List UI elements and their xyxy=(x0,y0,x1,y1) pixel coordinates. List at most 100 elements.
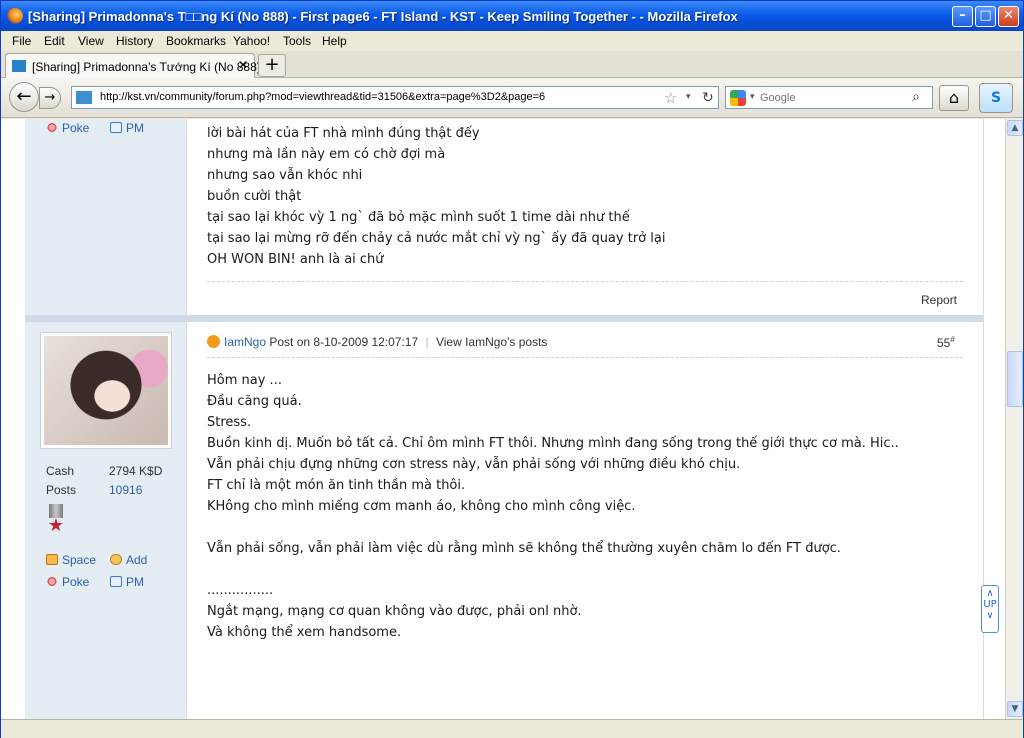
menu-edit[interactable]: Edit xyxy=(44,34,65,48)
scroll-up-down-widget[interactable]: ∧ UP ∨ xyxy=(981,585,999,633)
post1-line: buồn cười thật xyxy=(207,189,302,204)
tab-sharing-primadonna[interactable]: [Sharing] Primadonna's Tướng Kí (No 888)… xyxy=(5,53,281,78)
post1-author-panel xyxy=(25,119,187,315)
post2-line: Và không thể xem handsome. xyxy=(207,625,402,640)
status-bar xyxy=(1,719,1023,738)
post-separator xyxy=(25,315,983,322)
menu-history[interactable]: History xyxy=(116,34,153,48)
poke-icon xyxy=(46,122,58,133)
reload-icon[interactable]: ↻ xyxy=(702,89,714,106)
google-icon[interactable] xyxy=(730,90,746,106)
posts-label: Posts xyxy=(46,483,77,497)
title-bar: [Sharing] Primadonna's T□□ng Kí (No 888)… xyxy=(1,1,1023,31)
post2-line: ................ xyxy=(207,583,274,598)
vertical-scrollbar[interactable]: ▲ ▼ xyxy=(1005,119,1023,719)
post-number-value: 55 xyxy=(937,336,951,350)
cash-label: Cash xyxy=(46,464,75,478)
meta-separator: | xyxy=(425,335,429,349)
site-favicon-icon xyxy=(76,91,92,104)
kst-favicon-icon xyxy=(12,60,26,72)
report-link[interactable]: Report xyxy=(921,293,957,307)
post2-line: Vẫn phải chịu đựng những cơn stress này,… xyxy=(207,457,741,472)
pm-link[interactable]: PM xyxy=(110,121,144,135)
pm-label: PM xyxy=(126,121,144,135)
browser-window: [Sharing] Primadonna's T□□ng Kí (No 888)… xyxy=(0,0,1024,738)
post-number-sup: # xyxy=(950,335,955,344)
post2-line: Ngắt mạng, mạng cơ quan không vào được, … xyxy=(207,604,582,619)
pm-envelope-icon xyxy=(110,122,122,133)
post1-divider xyxy=(207,281,963,282)
maximize-button[interactable]: □ xyxy=(975,6,996,27)
pm-envelope-icon xyxy=(110,576,122,587)
poke-icon xyxy=(46,576,58,587)
post1-line: tại sao lại mừng rỡ đến chảy cả nước mắt… xyxy=(207,231,666,246)
add-friend-icon xyxy=(110,554,122,565)
menu-bookmarks[interactable]: Bookmarks xyxy=(166,34,226,48)
author-link[interactable]: IamNgo xyxy=(224,335,266,349)
poke-label: Poke xyxy=(62,121,90,135)
medal-icon: ★ xyxy=(46,504,66,538)
window-title: [Sharing] Primadonna's T□□ng Kí (No 888)… xyxy=(28,9,738,24)
minimize-button[interactable]: – xyxy=(952,6,973,27)
menu-bar: File Edit View History Bookmarks Yahoo! … xyxy=(1,31,1023,51)
post-date: Post on 8-10-2009 12:07:17 xyxy=(269,335,419,349)
post1-line: lời bài hát của FT nhà mình đúng thật đế… xyxy=(207,126,480,141)
post2-line: Vẫn phải sống, vẫn phải làm việc dù rằng… xyxy=(207,541,841,556)
space-link[interactable]: Space xyxy=(46,553,96,567)
url-text[interactable]: http://kst.vn/community/forum.php?mod=vi… xyxy=(100,91,545,103)
post2-line: Buồn kinh dị. Muốn bỏ tất cả. Chỉ ôm mìn… xyxy=(207,436,899,451)
add-friend-link[interactable]: Add xyxy=(110,553,147,567)
poke-label: Poke xyxy=(62,575,90,589)
post2-header-divider xyxy=(207,357,963,358)
menu-help[interactable]: Help xyxy=(322,34,347,48)
forward-button[interactable]: → xyxy=(39,87,61,109)
new-tab-button[interactable]: + xyxy=(258,54,286,77)
poke-link[interactable]: Poke xyxy=(46,121,89,135)
scroll-down-button[interactable]: ▼ xyxy=(1007,701,1023,717)
search-icon[interactable]: ⌕ xyxy=(912,88,920,105)
home-button[interactable]: ⌂ xyxy=(939,85,969,111)
url-dropdown-icon[interactable]: ▾ xyxy=(686,91,691,102)
home-space-icon xyxy=(46,554,58,565)
menu-view[interactable]: View xyxy=(78,34,104,48)
firefox-icon xyxy=(7,8,23,24)
pm-label: PM xyxy=(126,575,144,589)
online-status-icon xyxy=(207,335,220,348)
cash-value: 2794 K$D xyxy=(109,464,163,478)
skype-button[interactable]: S xyxy=(979,83,1013,113)
view-posts-link[interactable]: View IamNgo's posts xyxy=(436,335,547,349)
post1-line: nhưng mà lần này em có chờ đợi mà xyxy=(207,147,446,162)
up-label: UP xyxy=(983,599,997,610)
scrollbar-thumb[interactable] xyxy=(1007,351,1023,407)
post1-line: OH WON BIN! anh là ai chứ xyxy=(207,252,384,267)
posts-value[interactable]: 10916 xyxy=(109,483,142,497)
post2-line: Đầu căng quá. xyxy=(207,394,302,409)
post-number[interactable]: 55# xyxy=(937,335,955,350)
post2-line: FT chỉ là một món ăn tinh thần mà thôi. xyxy=(207,478,466,493)
menu-file[interactable]: File xyxy=(12,34,31,48)
close-button[interactable]: ✕ xyxy=(998,6,1019,27)
poke-link[interactable]: Poke xyxy=(46,575,89,589)
address-bar[interactable]: http://kst.vn/community/forum.php?mod=vi… xyxy=(71,86,719,109)
avatar[interactable] xyxy=(41,333,171,448)
search-input[interactable] xyxy=(760,89,910,106)
menu-tools[interactable]: Tools xyxy=(283,34,311,48)
space-label: Space xyxy=(62,553,97,567)
bookmark-star-icon[interactable]: ☆ xyxy=(664,89,677,107)
post2-line: Stress. xyxy=(207,415,252,430)
tab-close-icon[interactable]: ✕ xyxy=(238,58,248,72)
post2-line: KHông cho mình miếng cơm manh áo, không … xyxy=(207,499,636,514)
search-engine-dropdown-icon[interactable]: ▾ xyxy=(750,91,755,102)
post2-line: Hôm nay ... xyxy=(207,373,282,388)
page-content: Poke PM lời bài hát của FT nhà mình đúng… xyxy=(1,119,1005,719)
pm-link[interactable]: PM xyxy=(110,575,144,589)
search-bar[interactable]: ▾ ⌕ xyxy=(725,86,933,109)
tab-bar: [Sharing] Primadonna's Tướng Kí (No 888)… xyxy=(1,51,1023,78)
add-label: Add xyxy=(126,553,148,567)
back-button[interactable]: ← xyxy=(9,82,39,112)
menu-yahoo[interactable]: Yahoo! xyxy=(233,34,270,48)
post-meta: IamNgo Post on 8-10-2009 12:07:17 | View… xyxy=(207,335,547,349)
navigation-toolbar: ← → http://kst.vn/community/forum.php?mo… xyxy=(1,78,1023,118)
post1-line: nhưng sao vẫn khóc nhi xyxy=(207,168,363,183)
scroll-up-button[interactable]: ▲ xyxy=(1007,120,1023,136)
